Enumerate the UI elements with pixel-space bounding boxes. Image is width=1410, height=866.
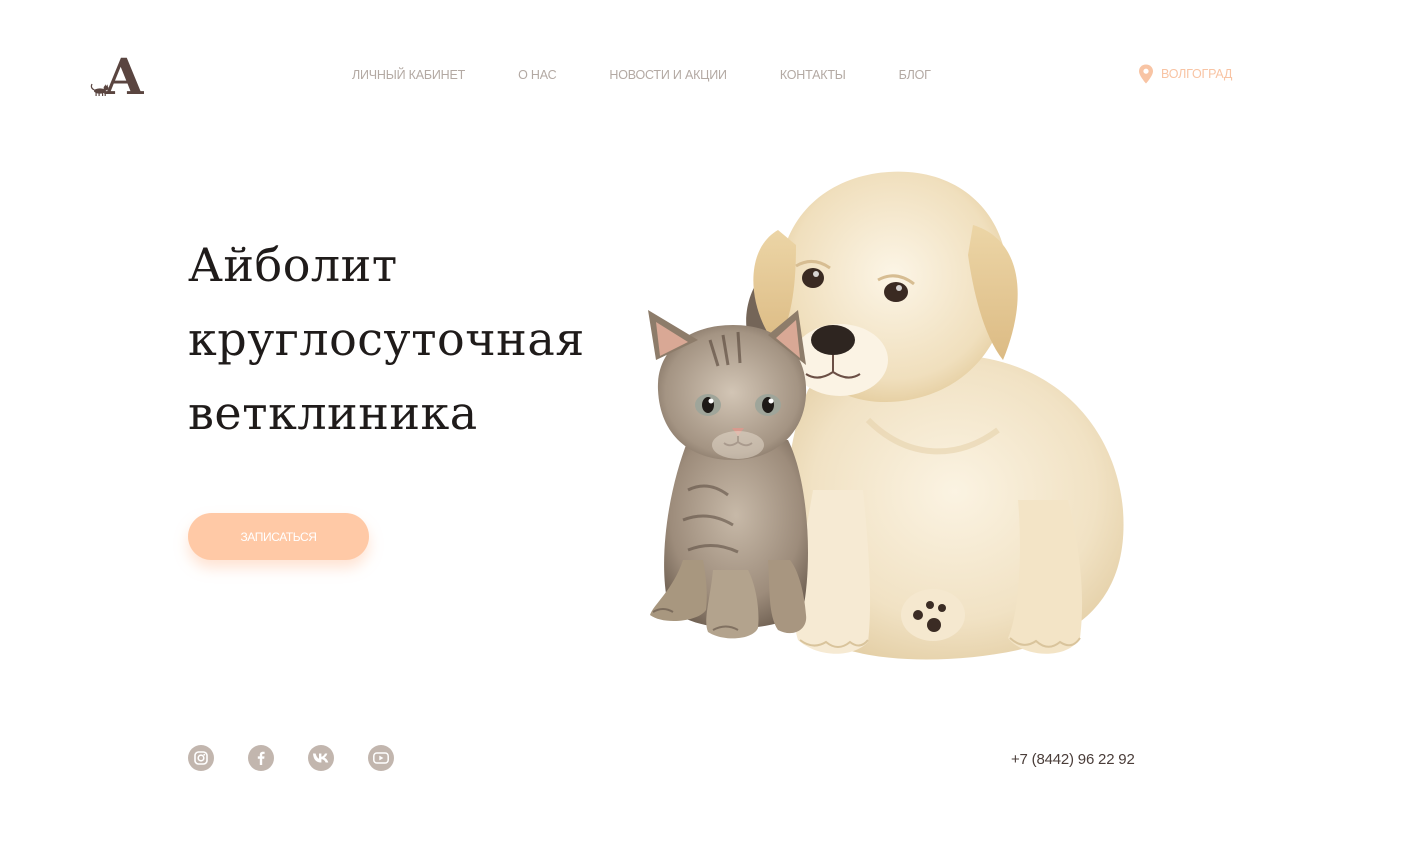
hero-title-line-3: ветклиника xyxy=(188,386,478,440)
landing-page: A ЛИЧНЫЙ КАБИНЕТ О НАС НОВОСТИ И АКЦИИ К… xyxy=(0,0,1410,866)
logo-mark: A xyxy=(90,47,145,104)
facebook-icon[interactable] xyxy=(248,745,274,771)
nav-item-personal-account[interactable]: ЛИЧНЫЙ КАБИНЕТ xyxy=(352,68,465,82)
signup-button[interactable]: ЗАПИСАТЬСЯ xyxy=(188,513,369,560)
city-label: ВОЛГОГРАД xyxy=(1161,67,1233,81)
phone-number[interactable]: +7 (8442) 96 22 92 xyxy=(1011,751,1135,768)
social-links xyxy=(188,745,394,771)
hero-title-line-2: круглосуточная xyxy=(188,312,585,366)
hero-title: Айболит круглосуточная ветклиника xyxy=(188,228,628,450)
nav-item-contacts[interactable]: КОНТАКТЫ xyxy=(780,68,846,82)
vk-icon[interactable] xyxy=(308,745,334,771)
logo[interactable]: A xyxy=(86,42,152,104)
instagram-icon[interactable] xyxy=(188,745,214,771)
nav-item-about[interactable]: О НАС xyxy=(518,68,557,82)
main-nav: ЛИЧНЫЙ КАБИНЕТ О НАС НОВОСТИ И АКЦИИ КОН… xyxy=(352,66,931,84)
puppy-and-kitten-illustration xyxy=(648,171,1124,660)
nav-item-news[interactable]: НОВОСТИ И АКЦИИ xyxy=(609,68,727,82)
city-selector[interactable]: ВОЛГОГРАД xyxy=(1138,64,1232,84)
youtube-icon[interactable] xyxy=(368,745,394,771)
logo-letter: A xyxy=(104,47,145,104)
map-pin-icon xyxy=(1139,64,1153,84)
kitten xyxy=(648,310,808,639)
hero-title-line-1: Айболит xyxy=(188,238,398,292)
nav-item-blog[interactable]: БЛОГ xyxy=(899,68,931,82)
